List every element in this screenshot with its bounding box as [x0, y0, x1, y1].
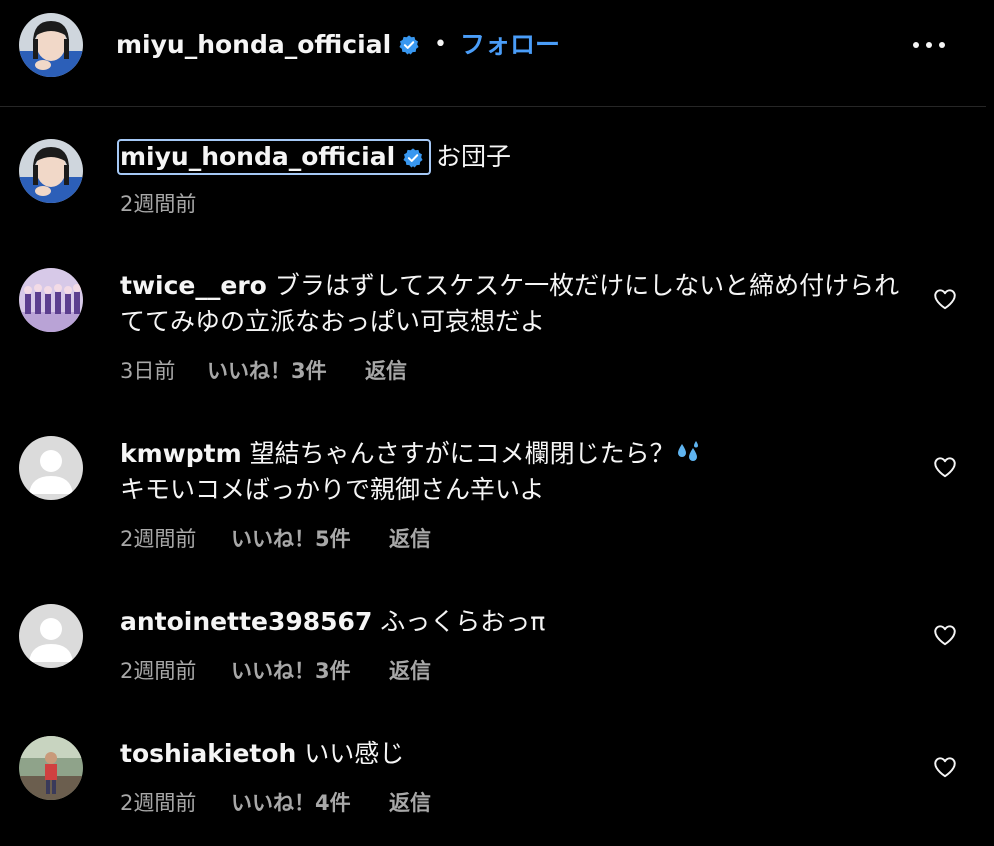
- caption-avatar[interactable]: [19, 139, 83, 203]
- comment-body: kmwptm 望結ちゃんさすがにコメ欄閉じたら？ キモいコメばっかりで親御さん辛…: [120, 436, 900, 508]
- heart-icon: [934, 625, 956, 646]
- comment-username[interactable]: twice__ero: [120, 271, 267, 300]
- comment-time[interactable]: 2週間前: [120, 525, 196, 553]
- comment-time[interactable]: 3日前: [120, 357, 175, 385]
- default-avatar-icon: [19, 436, 83, 500]
- profile-photo-icon: [19, 13, 83, 77]
- comment-likes[interactable]: いいね！3件: [231, 657, 351, 685]
- like-button[interactable]: [932, 754, 958, 780]
- comment-time[interactable]: 2週間前: [120, 789, 196, 817]
- caption-time[interactable]: 2週間前: [120, 190, 196, 218]
- caption-username[interactable]: miyu_honda_official: [120, 140, 395, 174]
- like-button[interactable]: [932, 454, 958, 480]
- post-header: miyu_honda_official • フォロー: [0, 0, 986, 107]
- caption-text: お団子: [436, 142, 512, 171]
- verified-badge-icon: [399, 35, 419, 55]
- comment-username[interactable]: toshiakietoh: [120, 739, 296, 768]
- default-avatar-icon: [19, 604, 83, 668]
- comment-time[interactable]: 2週間前: [120, 657, 196, 685]
- follow-button[interactable]: フォロー: [460, 28, 560, 62]
- comment-avatar[interactable]: [19, 268, 83, 332]
- comment-username[interactable]: antoinette398567: [120, 607, 372, 636]
- comment-text: ふっくらおっπ: [380, 607, 546, 636]
- verified-badge-icon: [403, 148, 423, 168]
- comment-likes[interactable]: いいね！3件: [207, 357, 327, 385]
- heart-icon: [934, 757, 956, 778]
- profile-photo-icon: [19, 139, 83, 203]
- like-button[interactable]: [932, 286, 958, 312]
- header-avatar[interactable]: [19, 13, 83, 77]
- header-username[interactable]: miyu_honda_official: [116, 28, 391, 62]
- reply-button[interactable]: 返信: [389, 525, 431, 553]
- like-button[interactable]: [932, 622, 958, 648]
- comment-text-line2: キモいコメばっかりで親御さん辛いよ: [120, 475, 545, 504]
- person-photo-icon: [19, 736, 83, 800]
- comment-likes[interactable]: いいね！4件: [231, 789, 351, 817]
- comment-avatar[interactable]: [19, 736, 83, 800]
- comment-body: twice__ero ブラはずしてスケスケ一枚だけにしないと締め付けられててみゆ…: [120, 268, 900, 340]
- reply-button[interactable]: 返信: [365, 357, 407, 385]
- more-options-button[interactable]: [906, 30, 952, 60]
- separator-dot: •: [434, 32, 447, 57]
- heart-icon: [934, 457, 956, 478]
- reply-button[interactable]: 返信: [389, 657, 431, 685]
- comment-username[interactable]: kmwptm: [120, 439, 242, 468]
- group-photo-icon: [19, 268, 83, 332]
- reply-button[interactable]: 返信: [389, 789, 431, 817]
- heart-icon: [934, 289, 956, 310]
- comment-avatar[interactable]: [19, 436, 83, 500]
- comment-text: 望結ちゃんさすがにコメ欄閉じたら？: [249, 439, 675, 468]
- more-horizontal-icon: [913, 42, 945, 48]
- comment-avatar[interactable]: [19, 604, 83, 668]
- comment-likes[interactable]: いいね！5件: [231, 525, 351, 553]
- comment-body: toshiakietoh いい感じ: [120, 736, 900, 772]
- comment-body: antoinette398567 ふっくらおっπ: [120, 604, 900, 640]
- comment-text: いい感じ: [304, 739, 405, 768]
- sweat-droplets-icon: [677, 441, 698, 461]
